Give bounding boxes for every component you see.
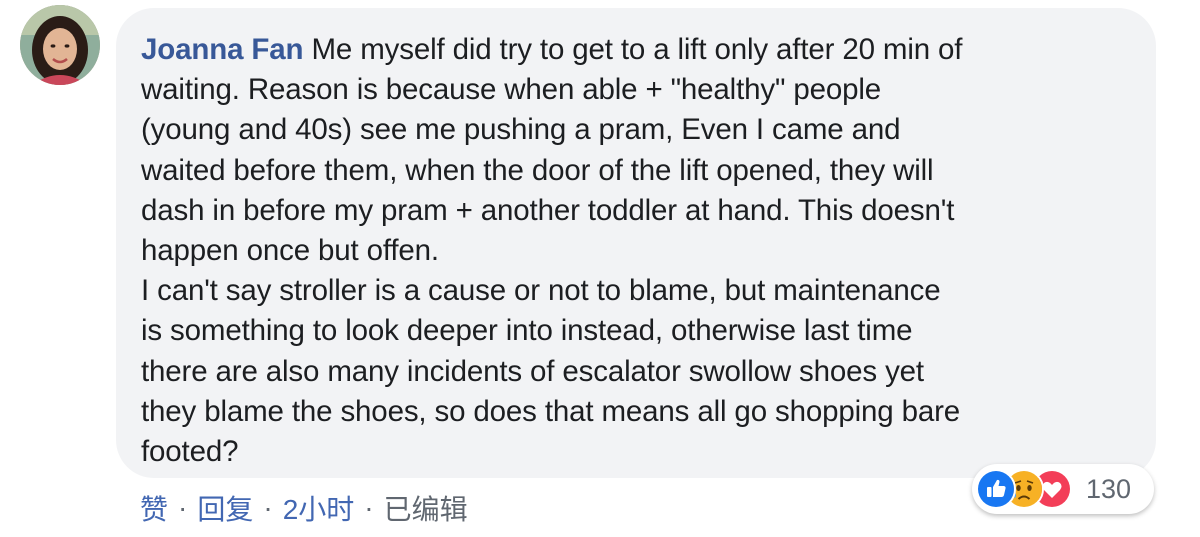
- timestamp-link[interactable]: 2小时: [283, 488, 355, 528]
- separator-dot: ·: [263, 492, 273, 523]
- comment-text: Joanna Fan Me myself did try to get to a…: [141, 30, 1132, 472]
- comment-bubble: Joanna Fan Me myself did try to get to a…: [116, 8, 1156, 478]
- edited-label[interactable]: 已编辑: [384, 488, 468, 528]
- avatar[interactable]: [20, 5, 100, 85]
- separator-dot: ·: [178, 492, 188, 523]
- reactions-summary[interactable]: 130: [972, 464, 1154, 514]
- separator-dot: ·: [364, 492, 374, 523]
- comment-actions: 赞 · 回复 · 2小时 · 已编辑: [140, 488, 468, 528]
- like-icon: [976, 469, 1016, 509]
- reply-link[interactable]: 回复: [197, 488, 253, 528]
- comment-body: Me myself did try to get to a lift only …: [141, 33, 963, 469]
- like-link[interactable]: 赞: [140, 488, 168, 528]
- reaction-count: 130: [1086, 473, 1132, 504]
- comment-author[interactable]: Joanna Fan: [141, 33, 304, 66]
